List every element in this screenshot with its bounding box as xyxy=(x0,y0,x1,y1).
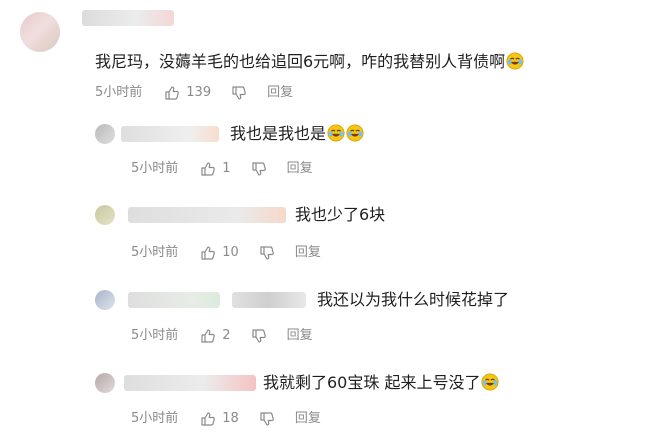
like-button[interactable]: 1 xyxy=(200,161,231,177)
thumbs-up-icon xyxy=(165,86,180,100)
thumbs-down-icon xyxy=(260,412,274,426)
comment-meta: 5小时前 139 回复 xyxy=(95,85,293,101)
avatar[interactable] xyxy=(95,124,115,144)
avatar[interactable] xyxy=(20,12,60,52)
timestamp: 5小时前 xyxy=(131,161,179,176)
reply-button[interactable]: 回复 xyxy=(295,411,321,427)
username-blurred[interactable] xyxy=(124,375,256,391)
timestamp: 5小时前 xyxy=(131,411,179,426)
thumbs-down-icon xyxy=(260,246,274,260)
reply-meta: 5小时前 18 回复 xyxy=(131,411,321,427)
timestamp: 5小时前 xyxy=(131,245,179,260)
reply-text-content: 我也是我也是 xyxy=(230,124,327,143)
reply-button[interactable]: 回复 xyxy=(295,245,321,261)
reply-text-content: 我就剩了60宝珠 起来上号没了 xyxy=(263,373,481,392)
like-button[interactable]: 139 xyxy=(164,85,211,101)
thumbs-down-icon xyxy=(251,162,266,176)
dislike-button[interactable] xyxy=(259,245,275,261)
thumbs-down-icon xyxy=(251,329,266,343)
reply-text: 我也少了6块 xyxy=(295,205,385,225)
timestamp: 5小时前 xyxy=(131,328,179,343)
like-button[interactable]: 18 xyxy=(200,411,239,427)
username-blurred[interactable] xyxy=(128,207,286,223)
username-blurred[interactable] xyxy=(232,292,306,308)
crying-laugh-emoji-icon xyxy=(506,52,524,70)
dislike-button[interactable] xyxy=(251,161,267,177)
reply-meta: 5小时前 10 回复 xyxy=(131,245,321,261)
thumbs-up-icon xyxy=(201,246,216,260)
avatar[interactable] xyxy=(95,373,115,393)
reply-text-content: 我也少了6块 xyxy=(295,205,386,224)
username-blurred[interactable] xyxy=(82,10,174,26)
like-count: 10 xyxy=(222,245,239,260)
crying-laugh-emoji-icon xyxy=(327,124,345,142)
thumbs-down-icon xyxy=(232,86,246,100)
comment-text: 我尼玛，没薅羊毛的也给追回6元啊，咋的我替别人背债啊 xyxy=(95,52,524,72)
reply-button[interactable]: 回复 xyxy=(267,85,293,101)
username-blurred[interactable] xyxy=(121,126,219,142)
comment-text-content: 我尼玛，没薅羊毛的也给追回6元啊，咋的我替别人背债啊 xyxy=(95,52,506,71)
crying-laugh-emoji-icon xyxy=(346,124,364,142)
dislike-button[interactable] xyxy=(259,411,275,427)
reply-button[interactable]: 回复 xyxy=(287,328,313,344)
timestamp: 5小时前 xyxy=(95,85,143,100)
like-count: 1 xyxy=(222,161,231,176)
thumbs-up-icon xyxy=(201,162,216,176)
reply-text: 我就剩了60宝珠 起来上号没了 xyxy=(263,373,500,393)
reply-meta: 5小时前 1 回复 xyxy=(131,161,313,177)
username-blurred[interactable] xyxy=(128,292,220,308)
thumbs-up-icon xyxy=(201,329,216,343)
like-count: 18 xyxy=(222,411,239,426)
like-button[interactable]: 2 xyxy=(200,328,231,344)
like-count: 139 xyxy=(186,85,212,100)
reply-text: 我也是我也是 xyxy=(230,124,364,144)
dislike-button[interactable] xyxy=(231,85,247,101)
thumbs-up-icon xyxy=(201,412,216,426)
dislike-button[interactable] xyxy=(251,328,267,344)
reply-button[interactable]: 回复 xyxy=(287,161,313,177)
reply-text: 我还以为我什么时候花掉了 xyxy=(317,290,509,310)
reply-text-content: 我还以为我什么时候花掉了 xyxy=(317,290,510,309)
like-button[interactable]: 10 xyxy=(200,245,239,261)
like-count: 2 xyxy=(222,328,231,343)
crying-laugh-emoji-icon xyxy=(481,373,500,391)
reply-meta: 5小时前 2 回复 xyxy=(131,328,313,344)
avatar[interactable] xyxy=(95,205,115,225)
avatar[interactable] xyxy=(95,290,115,310)
